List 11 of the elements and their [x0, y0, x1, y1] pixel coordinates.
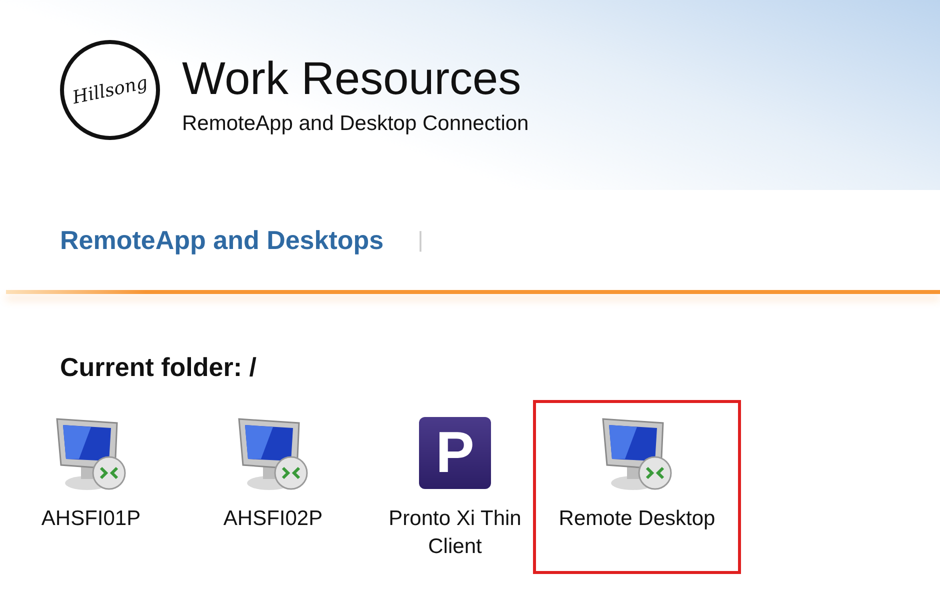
separator: |	[418, 227, 424, 253]
app-tile[interactable]: P Pronto Xi Thin Client	[364, 413, 546, 561]
page-subtitle: RemoteApp and Desktop Connection	[182, 112, 529, 136]
page-title: Work Resources	[182, 51, 522, 106]
app-icon: P	[419, 417, 491, 489]
folder-heading: Current folder: /	[60, 352, 258, 383]
app-tile[interactable]: Remote Desktop	[546, 413, 728, 561]
app-tile[interactable]: AHSFI01P	[0, 413, 182, 561]
logo-icon: Hillsong	[60, 40, 160, 140]
app-tile[interactable]: AHSFI02P	[182, 413, 364, 561]
nav-tab[interactable]: RemoteApp and Desktops	[60, 224, 384, 256]
